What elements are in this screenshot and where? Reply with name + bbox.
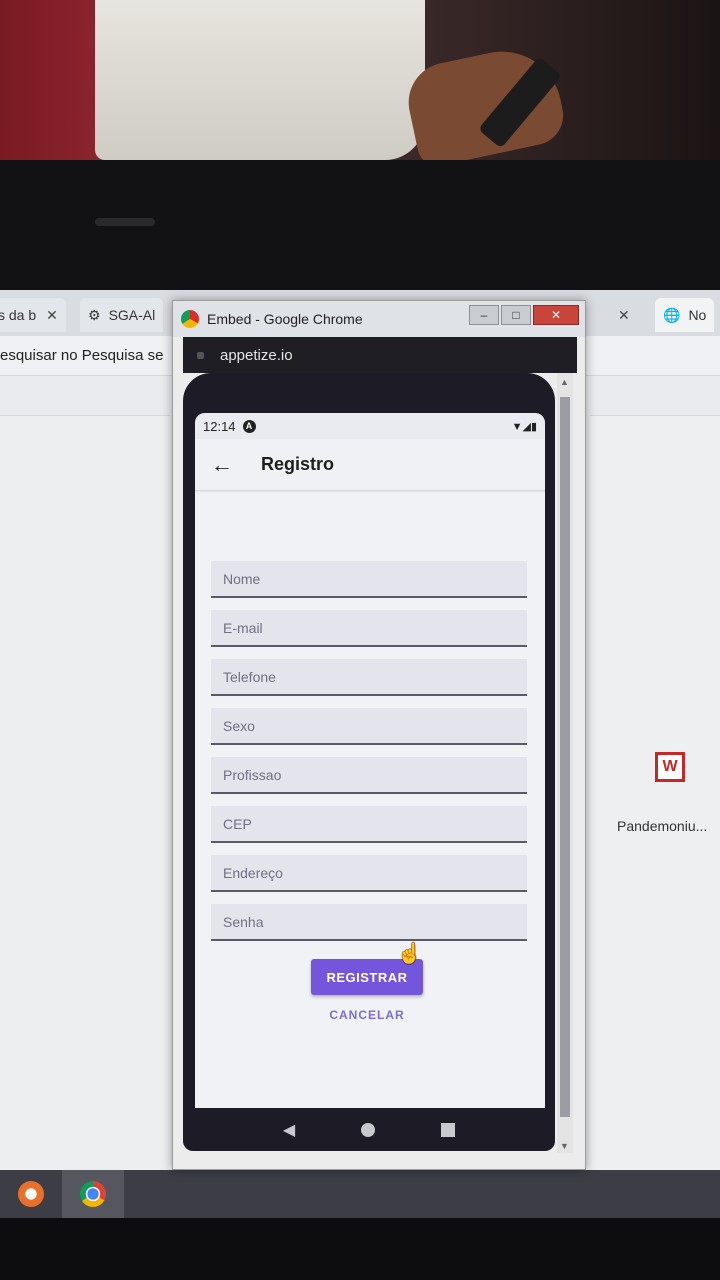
close-button[interactable]: ✕ xyxy=(533,305,579,325)
laptop-bezel xyxy=(0,160,720,295)
register-form xyxy=(211,561,527,953)
taskbar-chrome[interactable] xyxy=(62,1170,124,1218)
taskbar-media-player[interactable] xyxy=(0,1170,62,1218)
scrollbar[interactable]: ▲ ▼ xyxy=(557,373,573,1153)
background-page xyxy=(0,415,170,1170)
embed-window: Embed - Google Chrome – □ ✕ appetize.io … xyxy=(172,300,586,1170)
minimize-button[interactable]: – xyxy=(469,305,499,325)
browser-tab[interactable]: ⚙ SGA-Al xyxy=(80,298,164,332)
back-arrow-icon[interactable]: ← xyxy=(211,452,233,478)
laptop-bezel-bottom xyxy=(0,1218,720,1280)
trash-icon[interactable]: W xyxy=(655,752,685,782)
person-hand xyxy=(401,40,569,160)
phone-field[interactable] xyxy=(223,668,527,685)
media-player-icon xyxy=(18,1181,44,1207)
page-title: Registro xyxy=(261,454,335,474)
address-field[interactable] xyxy=(223,864,527,881)
app-bar: ← Registro xyxy=(195,439,545,491)
tab-label: s da b xyxy=(0,307,37,323)
email-field-container xyxy=(211,610,527,647)
nav-back-icon[interactable]: ◀ xyxy=(283,1120,295,1140)
site-info-icon[interactable] xyxy=(197,351,204,359)
taskbar xyxy=(0,1170,720,1218)
window-title: Embed - Google Chrome xyxy=(207,311,363,327)
cep-field[interactable] xyxy=(223,815,527,832)
password-field-container xyxy=(211,904,527,941)
person-sleeve xyxy=(95,0,425,160)
sex-field[interactable] xyxy=(223,717,527,734)
close-icon[interactable]: ✕ xyxy=(46,307,58,324)
profession-field[interactable] xyxy=(223,766,527,783)
notification-icon: A xyxy=(242,419,256,433)
browser-tab[interactable]: s da b ✕ xyxy=(0,298,66,332)
password-field[interactable] xyxy=(223,913,527,930)
cancel-button[interactable]: CANCELAR xyxy=(311,1003,423,1027)
background-page xyxy=(590,415,720,1170)
tab-label: SGA-Al xyxy=(108,307,156,323)
android-nav-bar: ◀ xyxy=(183,1108,555,1151)
hand-cursor-icon: ☝ xyxy=(397,943,422,965)
status-bar: 12:14 A ▼◢▮ xyxy=(195,413,545,439)
globe-icon: 🌐 xyxy=(663,306,681,323)
chrome-icon xyxy=(181,310,199,328)
url-text: appetize.io xyxy=(220,346,293,364)
background-scene xyxy=(0,0,720,160)
close-icon[interactable]: ✕ xyxy=(618,307,630,324)
name-field[interactable] xyxy=(223,570,527,587)
scrollbar-thumb[interactable] xyxy=(560,397,570,1117)
browser-tab[interactable]: 🌐 No xyxy=(655,298,715,332)
status-time: 12:14 xyxy=(203,418,236,434)
browser-tab[interactable]: ✕ xyxy=(600,298,638,332)
nav-home-icon[interactable] xyxy=(361,1122,376,1137)
webcam xyxy=(95,218,155,226)
chrome-icon xyxy=(80,1181,106,1207)
address-bar[interactable]: appetize.io xyxy=(183,337,577,373)
signal-battery-icon: ▼◢▮ xyxy=(511,420,537,433)
device-frame: 12:14 A ▼◢▮ ← Registro Nome E-mail Telef… xyxy=(183,373,555,1151)
window-title-bar[interactable]: Embed - Google Chrome – □ ✕ xyxy=(173,301,585,337)
tab-label: No xyxy=(688,307,707,323)
sex-field-container xyxy=(211,708,527,745)
app-screen: 12:14 A ▼◢▮ ← Registro Nome E-mail Telef… xyxy=(195,413,545,1108)
name-field-container xyxy=(211,561,527,598)
bookmark-item[interactable]: esquisar no Pesquisa se xyxy=(0,347,163,364)
desktop-icon-label: Pandemoniu... xyxy=(617,818,708,834)
profession-field-container xyxy=(211,757,527,794)
phone-field-container xyxy=(211,659,527,696)
tab-icon: ⚙ xyxy=(88,306,101,323)
email-field[interactable] xyxy=(223,619,527,636)
scroll-up-icon[interactable]: ▲ xyxy=(560,377,569,387)
maximize-button[interactable]: □ xyxy=(501,305,531,325)
address-field-container xyxy=(211,855,527,892)
scroll-down-icon[interactable]: ▼ xyxy=(560,1141,569,1151)
cep-field-container xyxy=(211,806,527,843)
nav-recents-icon[interactable] xyxy=(441,1122,456,1137)
